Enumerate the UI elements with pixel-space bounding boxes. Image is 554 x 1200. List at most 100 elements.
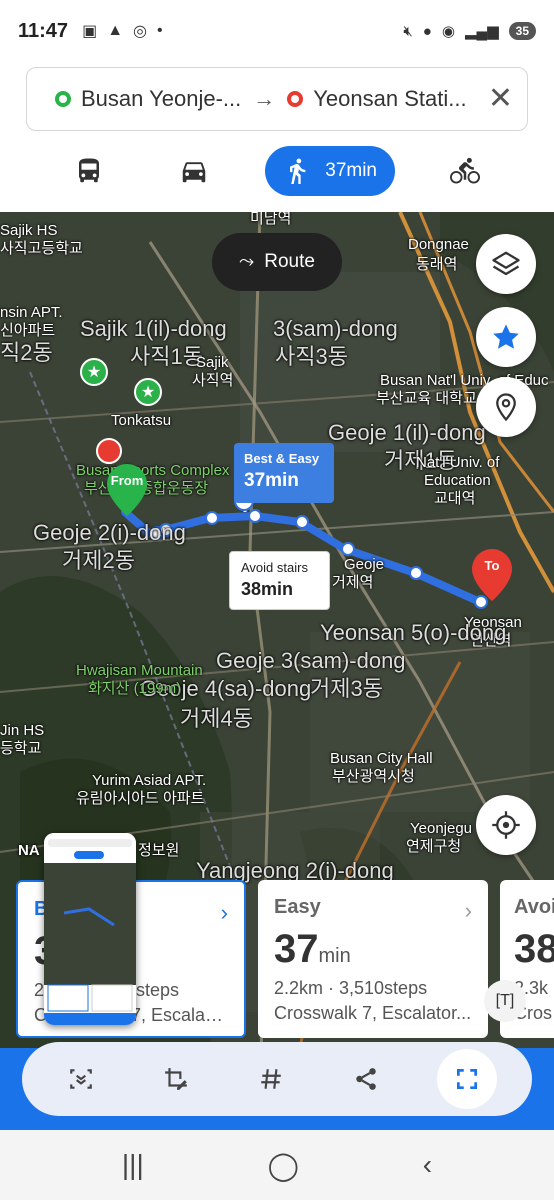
avoid-title: Avoid stairs bbox=[241, 560, 308, 575]
best-title: Best & Easy bbox=[244, 451, 320, 466]
map-label: 신아파트 bbox=[0, 322, 56, 339]
card-meta: 2 bbox=[34, 980, 45, 1000]
map-label: nsin APT. bbox=[0, 304, 63, 321]
chevron-right-icon: › bbox=[464, 898, 472, 923]
card-time: 38 bbox=[514, 927, 554, 971]
favorite-button[interactable] bbox=[476, 307, 536, 367]
pin-red-icon bbox=[472, 549, 512, 601]
back-icon[interactable]: ‹ bbox=[423, 1149, 432, 1181]
close-icon[interactable]: ✕ bbox=[488, 84, 513, 114]
map-label: Sajik 1(il)-dong bbox=[80, 316, 227, 341]
dot-icon: • bbox=[157, 22, 163, 39]
destination-dot-icon bbox=[287, 91, 304, 107]
home-icon[interactable]: ◯ bbox=[268, 1149, 299, 1182]
best-easy-callout[interactable]: Best & Easy 37min bbox=[234, 443, 334, 503]
layers-button[interactable] bbox=[476, 234, 536, 294]
avoid-stairs-callout[interactable]: Avoid stairs 38min bbox=[229, 551, 330, 610]
card-name: Easy bbox=[274, 896, 321, 918]
route-search-box[interactable]: Busan Yeonje-... → Yeonsan Stati... ✕ bbox=[26, 67, 528, 131]
card-meta2: Crosswalk 7, Escalator... bbox=[274, 1003, 472, 1023]
map-pin-icon bbox=[496, 393, 516, 422]
crosshair-icon bbox=[492, 811, 520, 839]
recent-apps-icon[interactable]: ||| bbox=[122, 1149, 144, 1181]
tab-bike[interactable] bbox=[447, 146, 483, 196]
map-label: Busan Sports Complex bbox=[76, 462, 230, 479]
map-label: 부산광역시청 bbox=[332, 768, 415, 785]
layers-icon bbox=[492, 251, 520, 276]
origin-field[interactable]: Busan Yeonje-... bbox=[81, 86, 241, 112]
map-label: Geoje 3(sam)-dong bbox=[216, 648, 406, 673]
destination-field[interactable]: Yeonsan Stati... bbox=[313, 86, 466, 112]
instagram-icon: ◎ bbox=[133, 23, 147, 40]
screenshot-icon: ▣ bbox=[82, 23, 98, 40]
map-label: Busan City Hall bbox=[330, 750, 433, 767]
arrow-right-icon: → bbox=[253, 86, 276, 111]
share-button[interactable] bbox=[342, 1055, 390, 1103]
from-pin[interactable]: From bbox=[107, 464, 147, 516]
star-poi-icon[interactable]: ★ bbox=[80, 358, 108, 386]
map-label: 직2동 bbox=[0, 340, 53, 365]
warning-icon: ▲ bbox=[107, 22, 124, 39]
naver-logo: NA bbox=[18, 842, 40, 859]
system-nav-bar: ||| ◯ ‹ bbox=[0, 1130, 554, 1200]
walk-icon bbox=[290, 158, 306, 184]
bus-icon bbox=[79, 158, 99, 183]
capture-select-button[interactable] bbox=[436, 1049, 497, 1109]
no-entry-icon[interactable] bbox=[96, 438, 122, 464]
to-pin[interactable]: To bbox=[472, 549, 512, 601]
map-label: 사직3동 bbox=[275, 344, 348, 369]
star-icon bbox=[493, 324, 519, 349]
hashtag-icon bbox=[261, 1069, 281, 1089]
tab-walk[interactable]: 37min bbox=[265, 146, 395, 196]
route-card-easy[interactable]: Easy › 37min 2.2km · 3,510steps Crosswal… bbox=[258, 880, 488, 1038]
transport-tabs: 37min bbox=[0, 146, 554, 200]
origin-dot-icon bbox=[55, 91, 71, 107]
tab-car[interactable] bbox=[176, 146, 212, 196]
screenshot-thumbnail[interactable] bbox=[44, 833, 136, 1025]
map-label: Yurim Asiad APT. bbox=[92, 772, 207, 789]
crop-edit-icon bbox=[165, 1068, 188, 1090]
map-label: 거제4동 bbox=[180, 706, 253, 731]
tag-button[interactable] bbox=[247, 1055, 295, 1103]
map-label: 유림아시아드 아파트 bbox=[76, 790, 205, 807]
map-label: Yeonsan 5(o)-dong bbox=[320, 620, 507, 645]
scroll-capture-icon bbox=[70, 1069, 93, 1089]
map-label: Tonkatsu bbox=[111, 412, 172, 429]
scroll-capture-button[interactable] bbox=[57, 1055, 105, 1103]
save-place-button[interactable] bbox=[476, 377, 536, 437]
walk-time: 37min bbox=[325, 160, 377, 181]
map-label: 등학교 bbox=[0, 740, 42, 757]
map-label: 거제2동 bbox=[62, 548, 135, 573]
battery-icon: 35 bbox=[508, 22, 536, 40]
best-time: 37min bbox=[244, 470, 299, 491]
map-label: Sajik HS bbox=[0, 222, 58, 239]
text-scan-icon: [T] bbox=[495, 992, 515, 1009]
map-label: 거제3동 bbox=[310, 676, 383, 701]
route-button[interactable]: ⤳ Route bbox=[212, 233, 342, 291]
from-label: From bbox=[110, 473, 144, 488]
map-label: Hwajisan Mountain bbox=[76, 662, 203, 679]
map-label: Education bbox=[424, 472, 491, 489]
route-label: Route bbox=[264, 251, 315, 272]
map-label: 화지산 (199m) bbox=[88, 680, 182, 697]
my-location-button[interactable] bbox=[476, 795, 536, 855]
map-label: Dongnae bbox=[408, 236, 469, 253]
map-label: 사직고등학교 bbox=[0, 240, 83, 257]
map-label: Geoje bbox=[344, 556, 385, 573]
star-poi-icon[interactable]: ★ bbox=[134, 378, 162, 406]
chevron-right-icon: › bbox=[220, 900, 228, 925]
map-label: Geoje 1(il)-dong bbox=[328, 420, 486, 445]
edit-button[interactable] bbox=[152, 1055, 200, 1103]
map-label: 교대역 bbox=[434, 490, 476, 507]
avoid-time: 38min bbox=[241, 579, 294, 599]
text-extract-button[interactable]: [T] bbox=[484, 980, 526, 1022]
share-icon bbox=[356, 1068, 376, 1090]
map-label: 부산교육 대학교 bbox=[376, 390, 477, 407]
card-meta: 2.2km · 3,510steps bbox=[274, 978, 428, 998]
tab-bus[interactable] bbox=[72, 146, 106, 196]
signal-icon: ▂▄▆ bbox=[464, 23, 499, 40]
map-label: 거제역 bbox=[332, 574, 374, 591]
card-time: 37 bbox=[274, 927, 319, 971]
map-label: Sajik bbox=[196, 354, 229, 371]
screenshot-toolbar bbox=[22, 1042, 532, 1116]
